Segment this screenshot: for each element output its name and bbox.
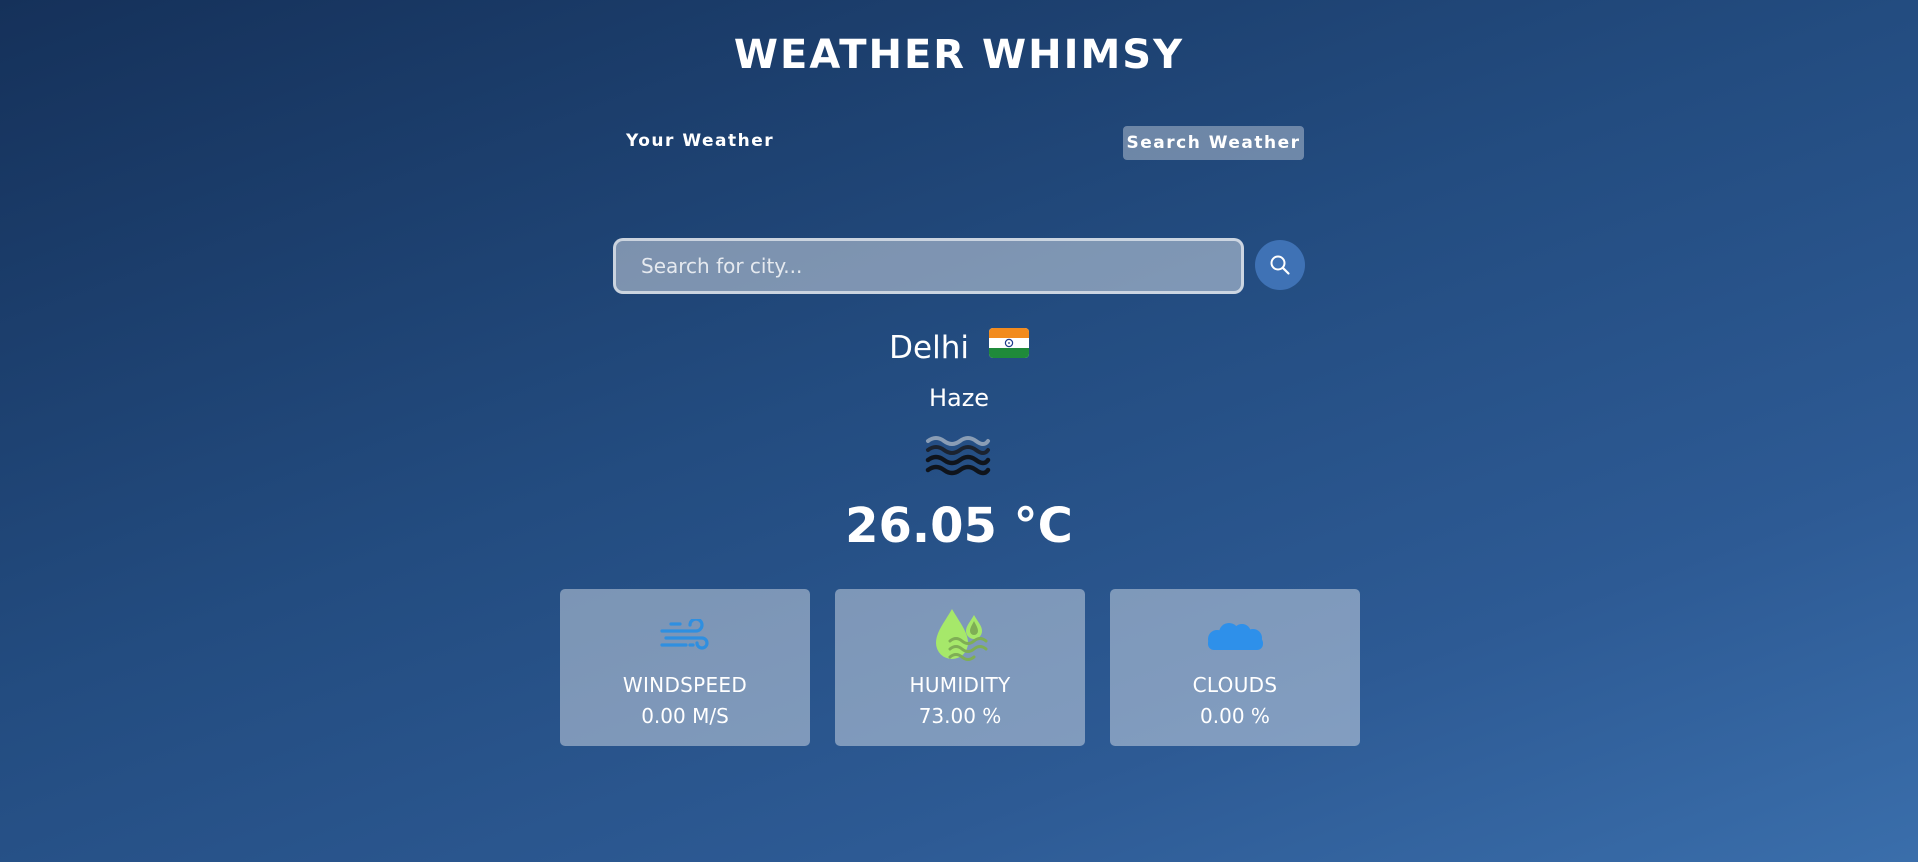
clouds-label: CLOUDS xyxy=(1192,673,1278,697)
search-button[interactable] xyxy=(1255,240,1305,290)
app-title: WEATHER WHIMSY xyxy=(733,32,1185,78)
clouds-card: CLOUDS 0.00 % xyxy=(1110,589,1360,746)
windspeed-value: 0.00 M/S xyxy=(641,704,729,728)
city-name: Delhi xyxy=(889,330,969,366)
weather-condition: Haze xyxy=(928,384,990,412)
location-heading: Delhi xyxy=(0,327,1918,369)
windspeed-label: WINDSPEED xyxy=(622,673,748,697)
india-flag-icon xyxy=(988,327,1029,366)
humidity-icon xyxy=(936,609,988,661)
search-icon xyxy=(1270,255,1290,275)
humidity-card: HUMIDITY 73.00 % xyxy=(835,589,1085,746)
windspeed-card: WINDSPEED 0.00 M/S xyxy=(560,589,810,746)
tab-your-weather[interactable]: Your Weather xyxy=(626,131,774,151)
cloud-icon xyxy=(1208,623,1263,650)
humidity-value: 73.00 % xyxy=(918,704,1002,728)
tab-search-weather[interactable]: Search Weather xyxy=(1123,126,1304,160)
temperature: 26.05 °C xyxy=(845,498,1073,554)
search-input[interactable] xyxy=(613,238,1244,294)
haze-icon xyxy=(925,433,991,479)
humidity-label: HUMIDITY xyxy=(909,673,1011,697)
clouds-value: 0.00 % xyxy=(1200,704,1270,728)
wind-icon xyxy=(660,619,709,650)
